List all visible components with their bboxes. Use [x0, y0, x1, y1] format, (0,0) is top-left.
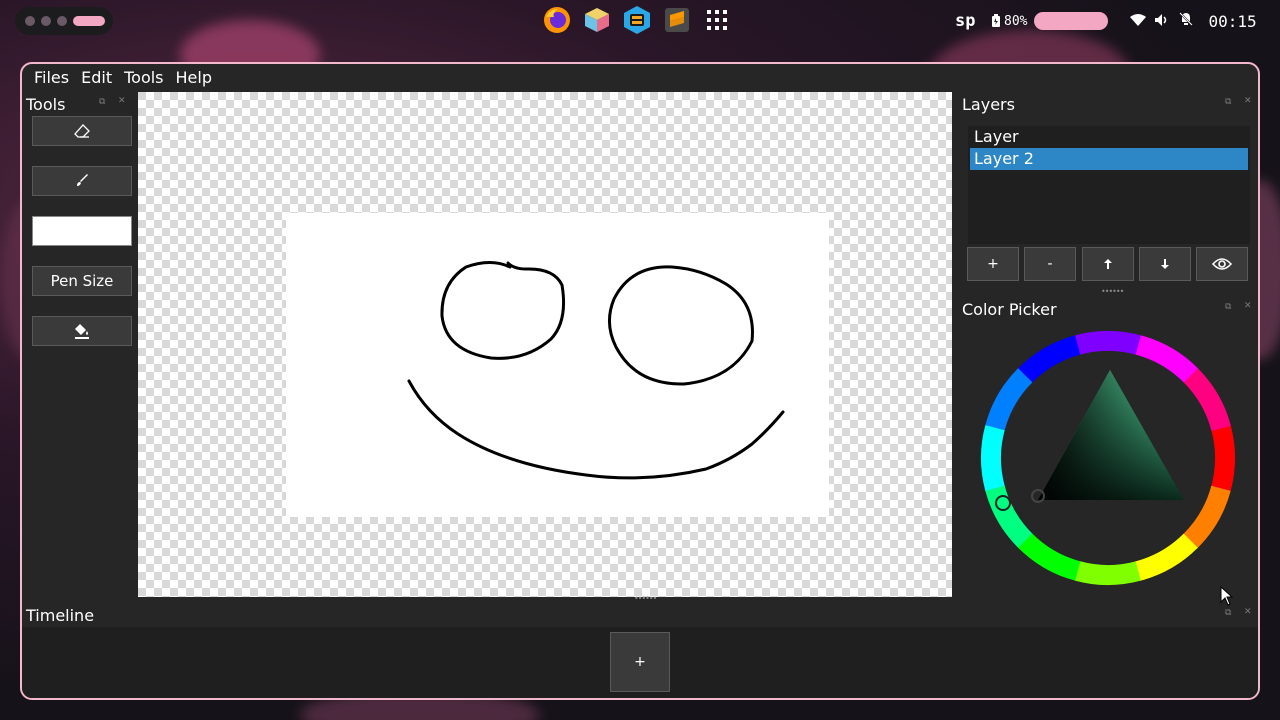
tools-panel-title: Tools	[26, 95, 66, 114]
brush-tool-button[interactable]	[32, 166, 132, 196]
system-tray: sp 80% 00:15	[955, 6, 1267, 36]
close-panel-icon[interactable]: ✕	[1244, 607, 1252, 617]
eraser-tool-button[interactable]	[32, 116, 132, 146]
move-layer-up-button[interactable]	[1082, 247, 1134, 281]
layers-list[interactable]: Layer Layer 2	[968, 126, 1250, 244]
add-frame-button[interactable]: +	[610, 632, 670, 692]
menu-tools[interactable]: Tools	[118, 64, 169, 92]
arrow-up-icon	[1104, 259, 1112, 269]
clock[interactable]: 00:15	[1208, 12, 1256, 31]
right-eye-stroke	[608, 265, 754, 386]
mouse-cursor-icon	[1220, 586, 1234, 606]
color-wheel[interactable]	[980, 330, 1240, 590]
volume-icon[interactable]	[1154, 12, 1170, 31]
layer-item[interactable]: Layer	[970, 126, 1248, 148]
toggle-visibility-button[interactable]	[1196, 247, 1248, 281]
close-panel-icon[interactable]: ✕	[1244, 301, 1252, 311]
float-panel-icon[interactable]: ⧉	[1225, 302, 1231, 312]
firefox-icon[interactable]	[541, 3, 573, 37]
layers-panel-title: Layers	[962, 95, 1015, 114]
dock	[541, 3, 733, 37]
color-picker-title: Color Picker	[962, 300, 1057, 319]
layer-item-selected[interactable]: Layer 2	[970, 148, 1248, 170]
user-label[interactable]: sp	[955, 11, 983, 31]
menu-files[interactable]: Files	[28, 64, 75, 92]
remove-layer-button[interactable]: -	[1024, 247, 1076, 281]
drawing-canvas-area[interactable]	[138, 92, 952, 597]
battery-bar	[1034, 12, 1109, 30]
paint-app-window: Files Edit Tools Help Tools ⧉ ✕ Pen Size	[20, 62, 1260, 700]
eraser-icon	[74, 124, 90, 138]
float-panel-icon[interactable]: ⧉	[1225, 608, 1231, 618]
fill-bucket-icon	[75, 324, 89, 339]
workspace-dot[interactable]	[41, 16, 51, 26]
battery-indicator[interactable]: 80%	[991, 12, 1109, 30]
sublime-text-icon[interactable]	[661, 3, 693, 37]
saturation-value-triangle[interactable]	[1038, 370, 1184, 500]
drawing-canvas[interactable]	[286, 213, 829, 517]
workspace-dot[interactable]	[25, 16, 35, 26]
app-grid-icon[interactable]	[701, 3, 733, 37]
eye-icon	[1212, 258, 1232, 270]
float-panel-icon[interactable]: ⧉	[1225, 97, 1231, 107]
workspace-indicator[interactable]	[15, 7, 113, 35]
current-color-swatch[interactable]	[32, 216, 132, 246]
timeline-title: Timeline	[26, 606, 95, 625]
close-panel-icon[interactable]: ✕	[1244, 96, 1252, 106]
float-panel-icon[interactable]: ⧉	[99, 97, 105, 107]
move-layer-down-button[interactable]	[1139, 247, 1191, 281]
fill-tool-button[interactable]	[32, 316, 132, 346]
arrow-down-icon	[1161, 259, 1169, 269]
notifications-muted-icon[interactable]	[1178, 11, 1194, 31]
drawing-strokes	[407, 261, 785, 480]
wifi-icon[interactable]	[1130, 12, 1147, 31]
cube-app-icon[interactable]	[581, 3, 613, 37]
monitor-app-icon[interactable]	[621, 3, 653, 37]
battery-percent: 80%	[1004, 13, 1028, 29]
add-layer-button[interactable]: +	[967, 247, 1019, 281]
close-panel-icon[interactable]: ✕	[118, 96, 126, 106]
panel-splitter[interactable]: ••••••	[1101, 287, 1124, 296]
menu-edit[interactable]: Edit	[75, 64, 118, 92]
workspace-dot[interactable]	[57, 16, 67, 26]
menu-bar: Files Edit Tools Help	[22, 64, 1258, 92]
battery-icon	[992, 14, 1000, 27]
workspace-active[interactable]	[73, 16, 105, 26]
left-eye-stroke	[440, 261, 566, 360]
pen-size-button[interactable]: Pen Size	[32, 266, 132, 296]
timeline-splitter[interactable]: ••••••	[634, 594, 657, 603]
top-bar: sp 80% 00:15	[0, 0, 1280, 42]
brush-icon	[77, 174, 88, 186]
menu-help[interactable]: Help	[170, 64, 218, 92]
smile-stroke	[407, 379, 785, 480]
